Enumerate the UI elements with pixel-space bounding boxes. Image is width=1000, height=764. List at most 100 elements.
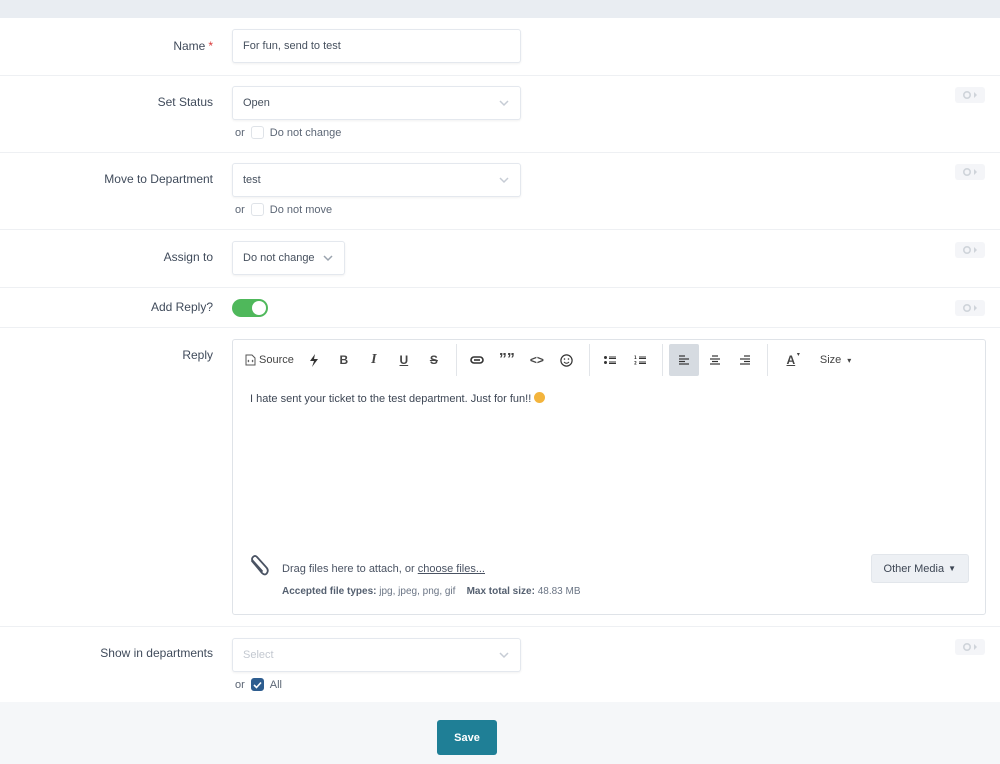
do-not-move-label: Do not move bbox=[269, 203, 333, 216]
italic-icon: I bbox=[371, 352, 377, 367]
row-assign-to: Assign to Do not change bbox=[0, 230, 1000, 288]
text-color-button[interactable]: A ▾ bbox=[774, 344, 808, 376]
text-color-icon: A bbox=[786, 353, 796, 367]
svg-text:1: 1 bbox=[634, 355, 637, 360]
toolbar-separator bbox=[766, 344, 768, 376]
lightning-button[interactable] bbox=[300, 344, 328, 376]
reply-text: I hate sent your ticket to the test depa… bbox=[250, 393, 532, 405]
row-set-status: Set Status Open or Do not change bbox=[0, 76, 1000, 153]
caret-down-icon: ▼ bbox=[948, 564, 956, 573]
move-department-value: test bbox=[243, 174, 261, 186]
gear-icon bbox=[962, 642, 977, 652]
show-in-departments-placeholder: Select bbox=[243, 649, 274, 661]
italic-button[interactable]: I bbox=[360, 344, 388, 376]
accepted-types-value: jpg, jpeg, png, gif bbox=[379, 586, 456, 597]
quote-icon: ” bbox=[506, 351, 515, 368]
strikethrough-button[interactable]: S bbox=[420, 344, 448, 376]
do-not-move-checkbox[interactable] bbox=[250, 203, 264, 216]
chevron-down-icon bbox=[499, 177, 509, 184]
attach-meta: Accepted file types: jpg, jpeg, png, gif… bbox=[282, 586, 581, 597]
bold-icon: B bbox=[339, 353, 349, 367]
gear-icon bbox=[962, 245, 977, 255]
add-reply-label: Add Reply? bbox=[150, 300, 213, 314]
source-button[interactable]: Source bbox=[241, 344, 298, 376]
name-input-value: For fun, send to test bbox=[243, 40, 341, 52]
choose-files-link[interactable]: choose files... bbox=[418, 563, 485, 575]
gear-icon bbox=[962, 167, 977, 177]
gear-icon bbox=[962, 90, 977, 100]
caret-down-icon: ▾ bbox=[847, 355, 852, 365]
reply-label: Reply bbox=[182, 348, 213, 362]
move-department-label: Move to Department bbox=[104, 172, 213, 186]
show-in-departments-label: Show in departments bbox=[100, 646, 213, 660]
accepted-types-label: Accepted file types: bbox=[282, 586, 377, 597]
align-center-icon bbox=[709, 355, 720, 365]
chevron-down-icon bbox=[323, 255, 333, 262]
row-settings-button[interactable] bbox=[955, 639, 985, 655]
form-footer: Save bbox=[0, 702, 1000, 764]
row-reply: Reply Source B I U S ”” <> 1 2 A ▾ Size … bbox=[0, 328, 1000, 627]
set-status-select[interactable]: Open bbox=[232, 86, 521, 120]
assign-to-select[interactable]: Do not change bbox=[232, 241, 345, 275]
size-label: Size bbox=[819, 354, 842, 366]
all-label: All bbox=[269, 678, 283, 691]
save-button[interactable]: Save bbox=[437, 720, 497, 755]
all-checkbox[interactable] bbox=[250, 678, 264, 691]
set-status-label: Set Status bbox=[157, 95, 213, 109]
name-label-text: Name bbox=[173, 39, 206, 53]
source-label: Source bbox=[259, 354, 294, 366]
name-input[interactable]: For fun, send to test bbox=[232, 29, 521, 63]
svg-text:2: 2 bbox=[634, 361, 637, 366]
set-status-value: Open bbox=[243, 97, 270, 109]
rule-form: Name * For fun, send to test Set Status O… bbox=[0, 18, 1000, 703]
numbered-list-button[interactable]: 12 bbox=[626, 344, 654, 376]
or-text: or bbox=[235, 126, 245, 139]
align-right-icon bbox=[739, 355, 750, 365]
drag-text: Drag files here to attach, or bbox=[282, 563, 418, 575]
do-not-change-label: Do not change bbox=[269, 126, 342, 139]
emoji-button[interactable] bbox=[553, 344, 581, 376]
or-text: or bbox=[235, 678, 245, 691]
show-in-departments-select[interactable]: Select bbox=[232, 638, 521, 672]
toolbar-separator bbox=[588, 344, 590, 376]
underline-button[interactable]: U bbox=[390, 344, 418, 376]
row-settings-button[interactable] bbox=[955, 164, 985, 180]
row-settings-button[interactable] bbox=[955, 300, 985, 316]
align-left-button[interactable] bbox=[668, 344, 699, 376]
code-button[interactable]: <> bbox=[523, 344, 551, 376]
add-reply-toggle[interactable] bbox=[232, 299, 268, 317]
gear-icon bbox=[962, 303, 977, 313]
toolbar-separator bbox=[455, 344, 457, 376]
other-media-button[interactable]: Other Media ▼ bbox=[870, 554, 969, 583]
other-media-label: Other Media bbox=[883, 562, 945, 575]
toggle-knob bbox=[252, 301, 266, 315]
align-center-button[interactable] bbox=[701, 344, 729, 376]
or-text: or bbox=[235, 203, 245, 216]
align-right-button[interactable] bbox=[731, 344, 759, 376]
do-not-change-checkbox[interactable] bbox=[250, 126, 264, 139]
move-department-select[interactable]: test bbox=[232, 163, 521, 197]
lightning-icon bbox=[309, 353, 318, 367]
caret-icon: ▾ bbox=[796, 352, 800, 358]
align-left-icon bbox=[678, 355, 689, 365]
blockquote-button[interactable]: ”” bbox=[493, 344, 521, 376]
quote-icon: ” bbox=[498, 351, 507, 368]
row-settings-button[interactable] bbox=[955, 242, 985, 258]
bullet-list-button[interactable] bbox=[596, 344, 624, 376]
bullet-list-icon bbox=[603, 356, 616, 364]
move-department-or-line: or Do not move bbox=[235, 203, 332, 216]
size-dropdown[interactable]: Size ▾ bbox=[810, 344, 861, 376]
link-button[interactable] bbox=[463, 344, 491, 376]
row-settings-button[interactable] bbox=[955, 87, 985, 103]
source-icon bbox=[245, 354, 256, 366]
reply-content[interactable]: I hate sent your ticket to the test depa… bbox=[250, 392, 546, 405]
strikethrough-icon: S bbox=[429, 353, 438, 367]
toolbar-separator bbox=[661, 344, 663, 376]
set-status-or-line: or Do not change bbox=[235, 126, 341, 139]
chevron-down-icon bbox=[499, 652, 509, 659]
row-move-department: Move to Department test or Do not move bbox=[0, 153, 1000, 230]
smiley-icon bbox=[560, 353, 574, 367]
max-size-value: 48.83 MB bbox=[537, 586, 581, 597]
max-size-label: Max total size: bbox=[466, 586, 535, 597]
bold-button[interactable]: B bbox=[330, 344, 358, 376]
